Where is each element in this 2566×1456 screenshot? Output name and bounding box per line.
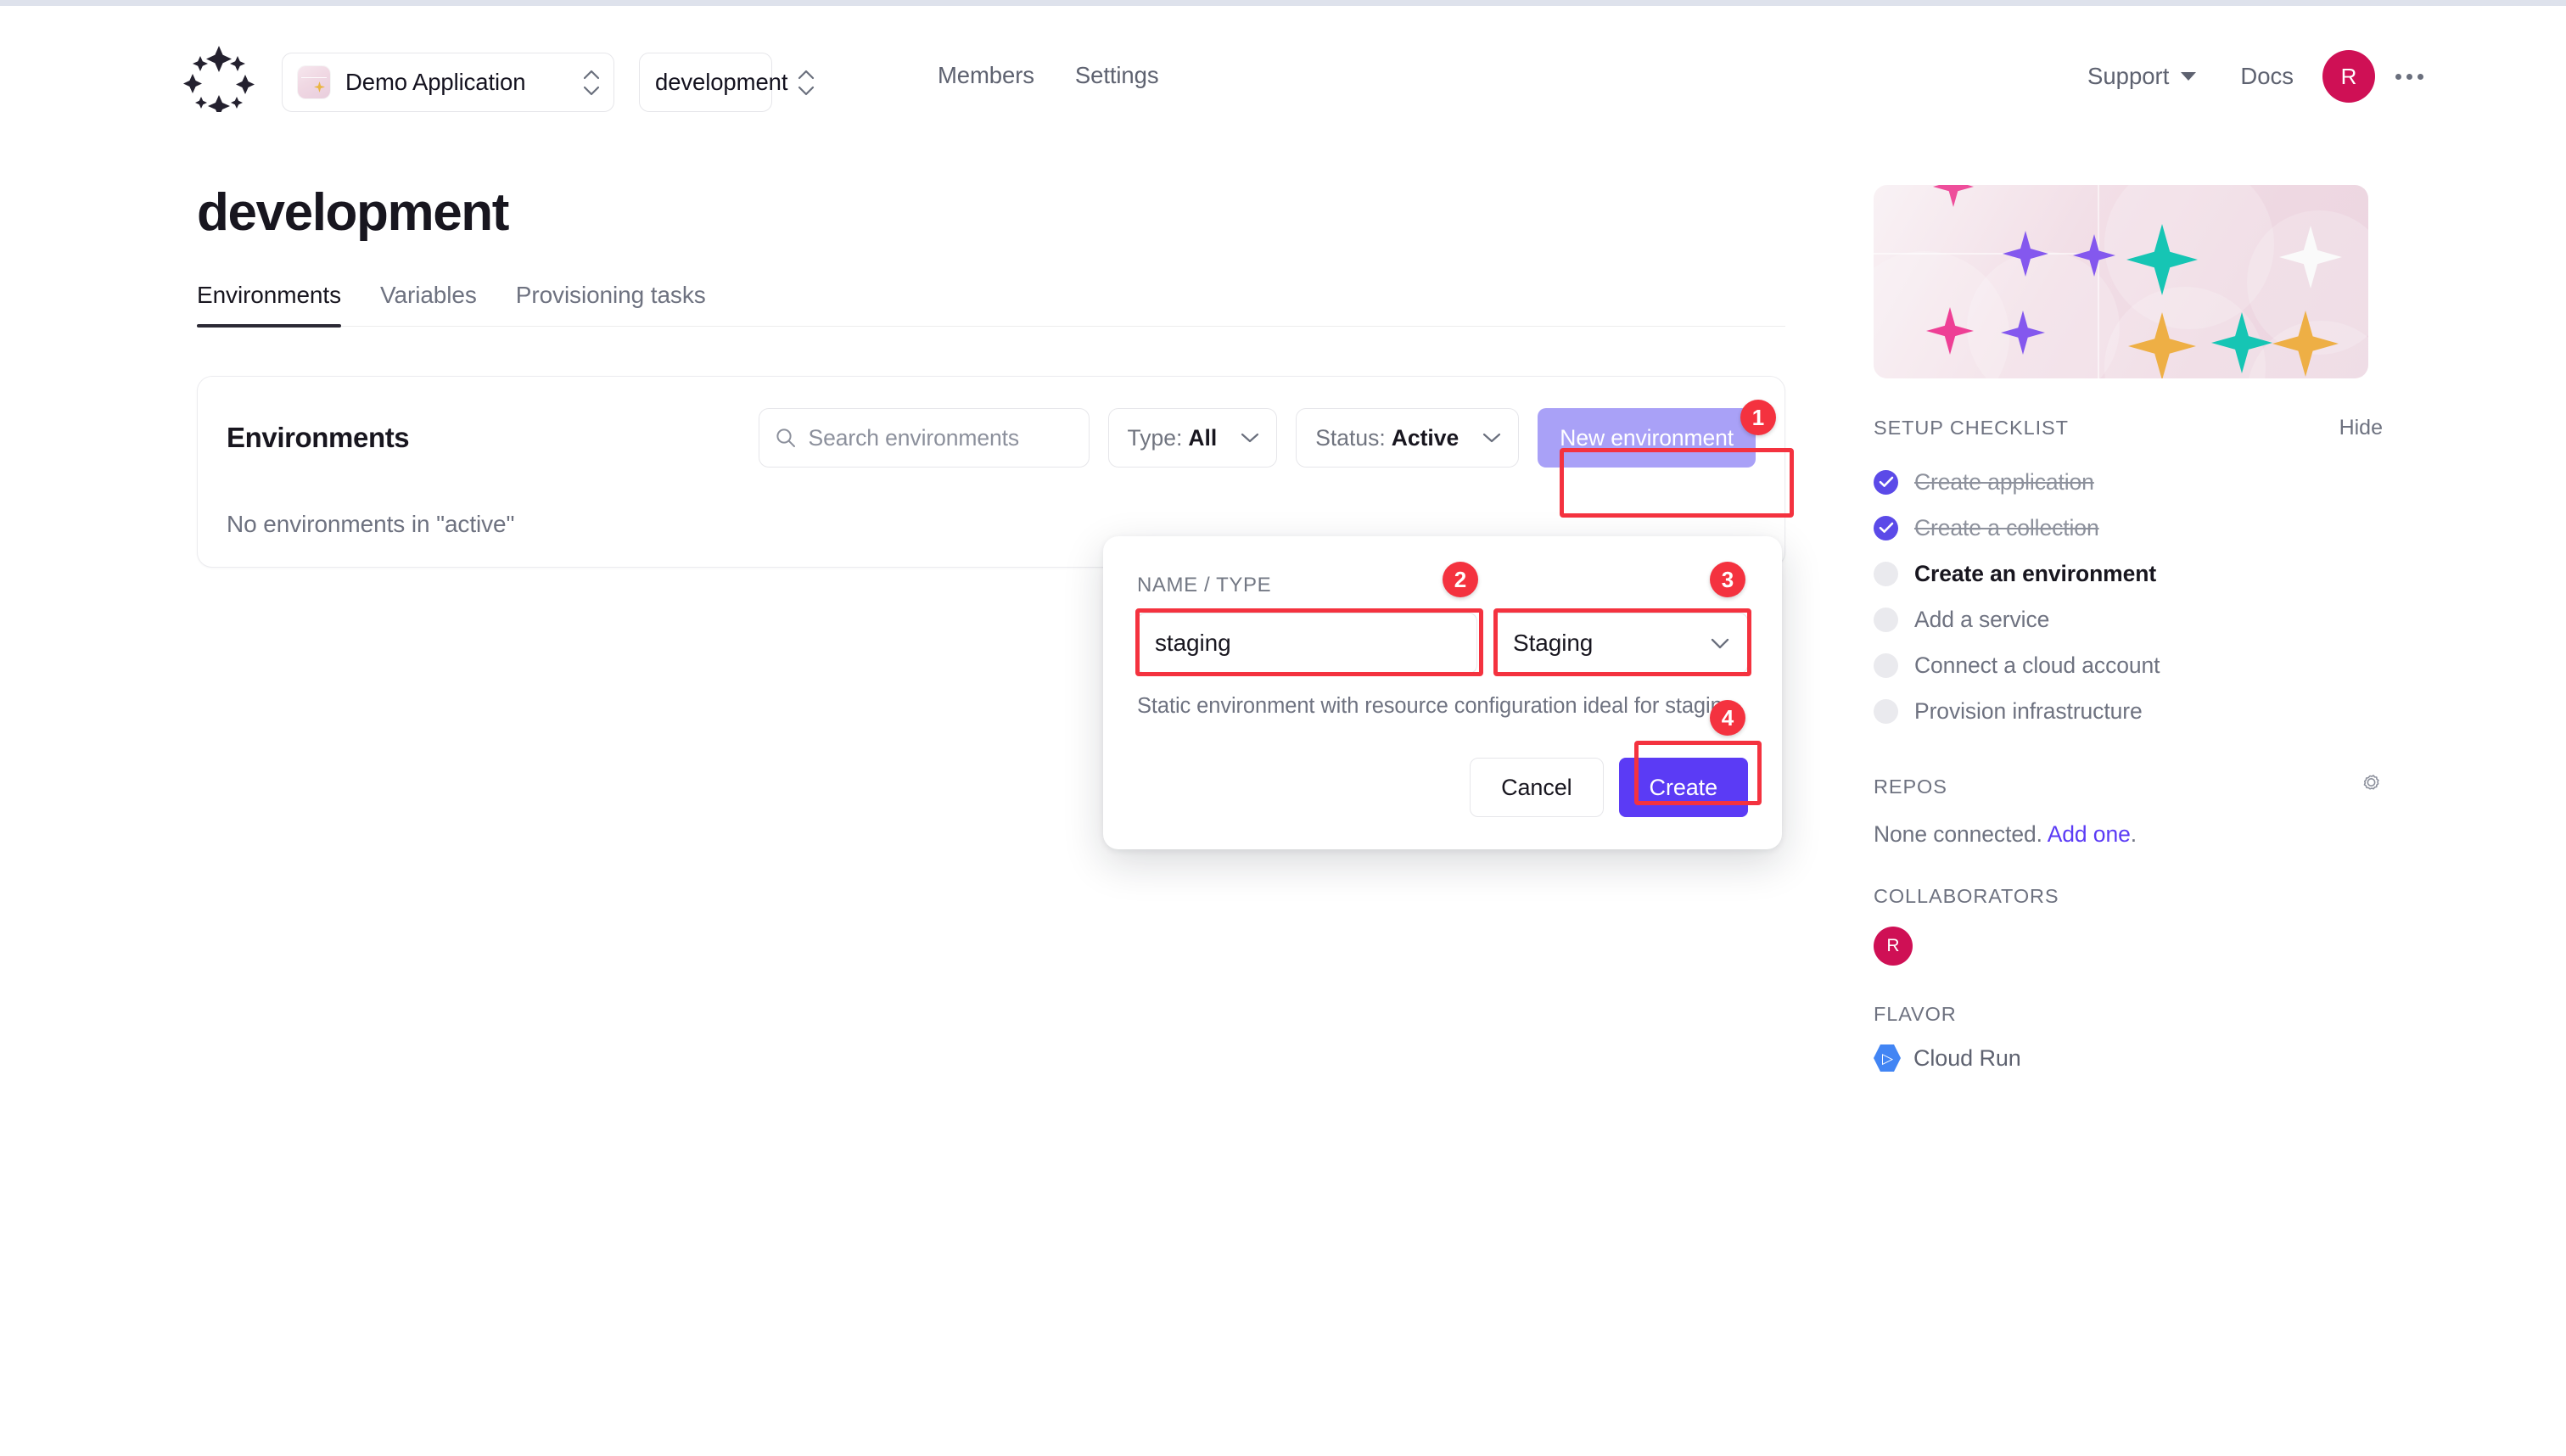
dialog-actions: Cancel Create	[1137, 758, 1748, 817]
flavor-section: FLAVOR ▷ Cloud Run	[1874, 1003, 2383, 1072]
environment-type-help-text: Static environment with resource configu…	[1137, 694, 1740, 718]
header-nav: Members Settings	[938, 62, 1159, 89]
app-root: Demo Application development Members Set…	[0, 0, 2566, 1456]
search-placeholder: Search environments	[808, 424, 1020, 451]
header-overflow-menu-icon[interactable]	[2395, 73, 2423, 80]
environments-card-header: Environments Search environments Type: A…	[227, 407, 1756, 468]
add-repo-link[interactable]: Add one	[2048, 821, 2131, 847]
type-filter-label: Type:	[1127, 424, 1183, 451]
header-right-cluster: Support Docs R	[2087, 50, 2423, 103]
checklist-item-label: Connect a cloud account	[1914, 652, 2160, 678]
collaborator-avatar[interactable]: R	[1874, 927, 1913, 966]
annotation-badge-4: 4	[1710, 700, 1745, 736]
setup-checklist-header: SETUP CHECKLIST Hide	[1874, 416, 2383, 440]
search-icon	[776, 428, 795, 447]
environments-toolbar: Search environments Type: All Status: Ac…	[758, 408, 1756, 468]
check-icon	[1874, 515, 1898, 540]
chevron-down-icon	[1483, 433, 1501, 443]
repos-title: REPOS	[1874, 776, 1947, 798]
circle-empty-icon	[1874, 652, 1898, 678]
status-filter-dropdown[interactable]: Status: Active	[1296, 408, 1520, 468]
repos-section: REPOS None connected. Add one.	[1874, 771, 2383, 848]
checklist-item-label: Create an environment	[1914, 560, 2157, 586]
type-filter-value: All	[1188, 424, 1218, 451]
checklist-item-label: Provision infrastructure	[1914, 697, 2143, 724]
environment-type-value: Staging	[1513, 630, 1594, 656]
cloud-run-icon: ▷	[1874, 1044, 1901, 1072]
checklist-item-label: Create application	[1914, 468, 2094, 495]
repos-period: .	[2130, 821, 2137, 847]
new-environment-button[interactable]: New environment	[1538, 408, 1756, 468]
app-switcher-stepper-icon[interactable]	[580, 64, 603, 101]
collaborators-title: COLLABORATORS	[1874, 885, 2059, 907]
search-environments-input[interactable]: Search environments	[758, 408, 1090, 468]
nav-item-members[interactable]: Members	[938, 62, 1034, 89]
status-filter-label: Status:	[1315, 424, 1386, 451]
environments-card-title: Environments	[227, 422, 410, 453]
repos-empty-text: None connected.	[1874, 821, 2042, 847]
create-button[interactable]: Create	[1618, 758, 1748, 817]
global-header: Demo Application development Members Set…	[0, 6, 2566, 153]
environment-type-select[interactable]: Staging	[1493, 613, 1748, 674]
app-thumbnail-icon	[298, 66, 330, 98]
page-tabs: Environments Variables Provisioning task…	[197, 282, 1785, 328]
annotation-badge-1: 1	[1740, 400, 1776, 435]
repos-empty-line: None connected. Add one.	[1874, 821, 2383, 848]
support-menu[interactable]: Support	[2087, 63, 2197, 90]
user-avatar[interactable]: R	[2322, 50, 2375, 103]
checklist-item-create-application[interactable]: Create application	[1874, 459, 2383, 505]
check-icon	[1874, 469, 1898, 495]
circle-empty-icon	[1874, 561, 1898, 586]
flavor-header: FLAVOR	[1874, 1003, 2383, 1026]
setup-checklist-section: SETUP CHECKLIST Hide Create application …	[1874, 416, 2383, 734]
checklist-item-create-a-collection[interactable]: Create a collection	[1874, 505, 2383, 551]
page-title: development	[197, 183, 509, 242]
annotation-badge-3: 3	[1710, 562, 1745, 597]
status-filter-value: Active	[1391, 424, 1459, 451]
checklist-item-add-a-service[interactable]: Add a service	[1874, 596, 2383, 642]
tab-environments[interactable]: Environments	[197, 282, 341, 328]
type-filter-dropdown[interactable]: Type: All	[1107, 408, 1278, 468]
sparkles-banner-illustration-icon	[1874, 185, 2368, 378]
flavor-title: FLAVOR	[1874, 1003, 1957, 1025]
right-sidebar: SETUP CHECKLIST Hide Create application …	[1874, 185, 2383, 1072]
checklist-item-label: Create a collection	[1914, 514, 2099, 540]
sparkle-ring-logo-icon[interactable]	[183, 44, 255, 117]
cancel-button[interactable]: Cancel	[1470, 758, 1604, 817]
chevron-down-icon	[1241, 433, 1259, 443]
environment-switcher-stepper-icon[interactable]	[794, 64, 818, 101]
gear-icon	[2363, 775, 2379, 790]
environments-empty-message: No environments in "active"	[227, 511, 515, 537]
collaborators-header: COLLABORATORS	[1874, 885, 2383, 908]
repos-settings-button[interactable]	[2357, 771, 2383, 803]
tab-provisioning-tasks[interactable]: Provisioning tasks	[516, 282, 706, 326]
flavor-name: Cloud Run	[1913, 1044, 2021, 1071]
support-label: Support	[2087, 63, 2170, 89]
environment-switcher-label: development	[655, 69, 788, 95]
docs-link[interactable]: Docs	[2240, 63, 2294, 90]
collaborators-section: COLLABORATORS R	[1874, 885, 2383, 966]
dialog-fields-row: staging Staging	[1137, 613, 1748, 674]
window-top-strip	[0, 0, 2566, 6]
checklist-item-create-an-environment[interactable]: Create an environment	[1874, 551, 2383, 596]
repos-header: REPOS	[1874, 771, 2383, 803]
circle-empty-icon	[1874, 698, 1898, 724]
environment-name-input[interactable]: staging	[1137, 613, 1477, 674]
circle-empty-icon	[1874, 607, 1898, 632]
nav-item-settings[interactable]: Settings	[1075, 62, 1159, 89]
setup-checklist-title: SETUP CHECKLIST	[1874, 417, 2069, 439]
environment-switcher[interactable]: development	[639, 53, 815, 112]
chevron-down-icon	[2181, 72, 2197, 81]
annotation-badge-2: 2	[1443, 562, 1478, 597]
tab-variables[interactable]: Variables	[380, 282, 477, 326]
checklist-item-connect-a-cloud-account[interactable]: Connect a cloud account	[1874, 642, 2383, 688]
checklist-item-provision-infrastructure[interactable]: Provision infrastructure	[1874, 688, 2383, 734]
main-content: development Environments Variables Provi…	[197, 170, 1991, 568]
setup-checklist-hide-button[interactable]: Hide	[2339, 416, 2383, 440]
flavor-value-row: ▷ Cloud Run	[1874, 1044, 2383, 1072]
application-switcher[interactable]: Demo Application	[282, 53, 614, 112]
application-name: Demo Application	[345, 69, 526, 95]
checklist-item-label: Add a service	[1914, 606, 2050, 632]
chevron-down-icon	[1711, 638, 1729, 648]
